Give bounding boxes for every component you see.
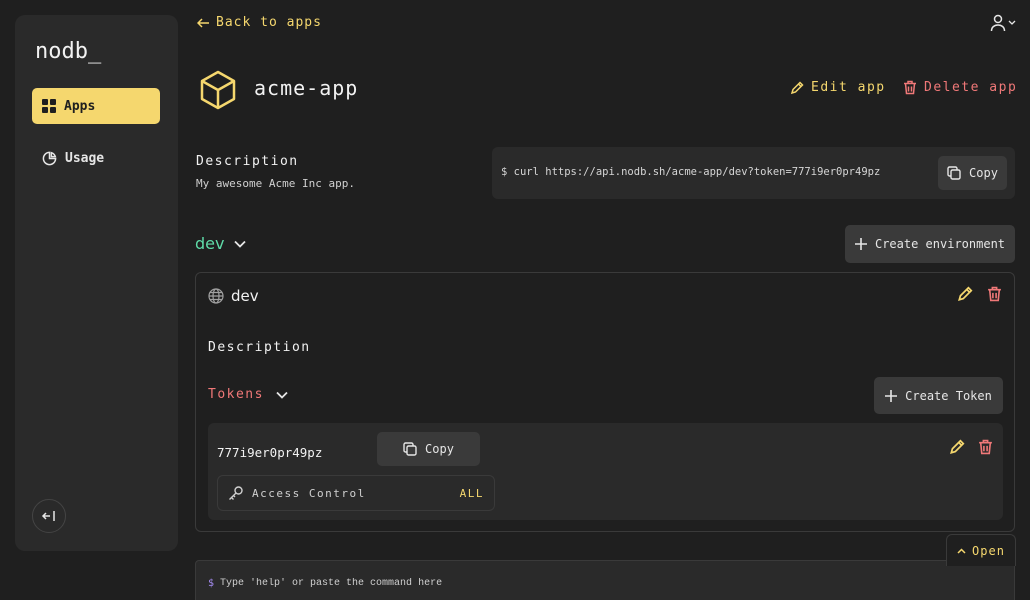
- environment-select[interactable]: dev: [195, 234, 247, 253]
- description-text: My awesome Acme Inc app.: [196, 177, 355, 190]
- delete-app-button[interactable]: Delete app: [903, 80, 1017, 95]
- user-menu-button[interactable]: [990, 14, 1016, 32]
- edit-app-label: Edit app: [811, 80, 886, 95]
- collapse-left-icon: [41, 509, 57, 523]
- access-control-field[interactable]: Access Control ALL: [217, 475, 495, 511]
- access-control-value: ALL: [459, 486, 484, 500]
- edit-app-button[interactable]: Edit app: [790, 80, 886, 95]
- chevron-down-icon: [234, 240, 247, 248]
- environment-name: dev: [231, 287, 259, 305]
- back-label: Back to apps: [216, 15, 322, 30]
- grid-icon: [42, 99, 56, 113]
- sidebar: nodb_ Apps Usage: [15, 15, 178, 551]
- curl-command: $ curl https://api.nodb.sh/acme-app/dev?…: [501, 166, 881, 178]
- copy-label: Copy: [969, 166, 998, 180]
- sidebar-item-usage[interactable]: Usage: [32, 140, 160, 176]
- token-value: 777i9er0pr49pz: [217, 445, 323, 460]
- environment-description-label: Description: [208, 340, 311, 355]
- trash-icon: [903, 80, 917, 95]
- edit-token-button[interactable]: [949, 439, 965, 455]
- terminal: $: [195, 560, 1015, 600]
- copy-icon: [947, 166, 961, 180]
- trash-icon: [987, 286, 1002, 302]
- terminal-input[interactable]: [220, 578, 921, 589]
- key-icon: [228, 485, 244, 501]
- copy-token-button[interactable]: Copy: [377, 432, 480, 466]
- pencil-icon: [957, 286, 973, 302]
- delete-app-label: Delete app: [924, 80, 1018, 95]
- plus-icon: [885, 389, 898, 402]
- trash-icon: [978, 439, 993, 455]
- sidebar-item-apps[interactable]: Apps: [32, 88, 160, 124]
- sidebar-item-label: Apps: [64, 98, 96, 114]
- pencil-icon: [949, 439, 965, 455]
- create-token-label: Create Token: [905, 388, 992, 403]
- back-to-apps-link[interactable]: Back to apps: [197, 15, 322, 30]
- arrow-left-icon: [197, 17, 210, 28]
- user-icon: [990, 14, 1006, 32]
- chevron-down-icon: [276, 391, 288, 399]
- app-title: acme-app: [254, 76, 359, 100]
- environment-card: dev Description Tokens Create Token 777i…: [195, 272, 1015, 532]
- copy-icon: [403, 442, 417, 456]
- plus-icon: [854, 238, 867, 250]
- chevron-up-icon: [957, 547, 966, 554]
- cube-icon: [199, 70, 237, 110]
- create-environment-button[interactable]: Create environment: [845, 225, 1015, 263]
- collapse-sidebar-button[interactable]: [32, 499, 66, 533]
- create-environment-label: Create environment: [874, 237, 1006, 251]
- copy-curl-button[interactable]: Copy: [938, 156, 1007, 190]
- logo: nodb_: [35, 39, 102, 64]
- open-terminal-button[interactable]: Open: [946, 534, 1016, 566]
- environment-header: dev: [208, 287, 259, 305]
- terminal-line: $: [208, 578, 921, 589]
- pie-chart-icon: [42, 151, 57, 166]
- globe-icon: [208, 288, 224, 304]
- terminal-prompt: $: [208, 578, 215, 589]
- curl-command-box: $ curl https://api.nodb.sh/acme-app/dev?…: [492, 147, 1015, 199]
- sidebar-item-label: Usage: [65, 150, 105, 166]
- delete-environment-button[interactable]: [987, 286, 1002, 302]
- copy-label: Copy: [425, 442, 454, 456]
- chevron-down-icon: [1008, 20, 1016, 26]
- description-label: Description: [196, 154, 299, 169]
- access-control-label: Access Control: [252, 486, 366, 500]
- delete-token-button[interactable]: [978, 439, 993, 455]
- token-card: 777i9er0pr49pz Copy Access Control ALL: [208, 423, 1003, 520]
- open-label: Open: [972, 543, 1005, 558]
- pencil-icon: [790, 80, 804, 95]
- tokens-label: Tokens: [208, 387, 264, 402]
- selected-environment: dev: [195, 234, 225, 253]
- create-token-button[interactable]: Create Token: [874, 377, 1003, 414]
- tokens-toggle[interactable]: Tokens: [208, 387, 288, 402]
- edit-environment-button[interactable]: [957, 286, 973, 302]
